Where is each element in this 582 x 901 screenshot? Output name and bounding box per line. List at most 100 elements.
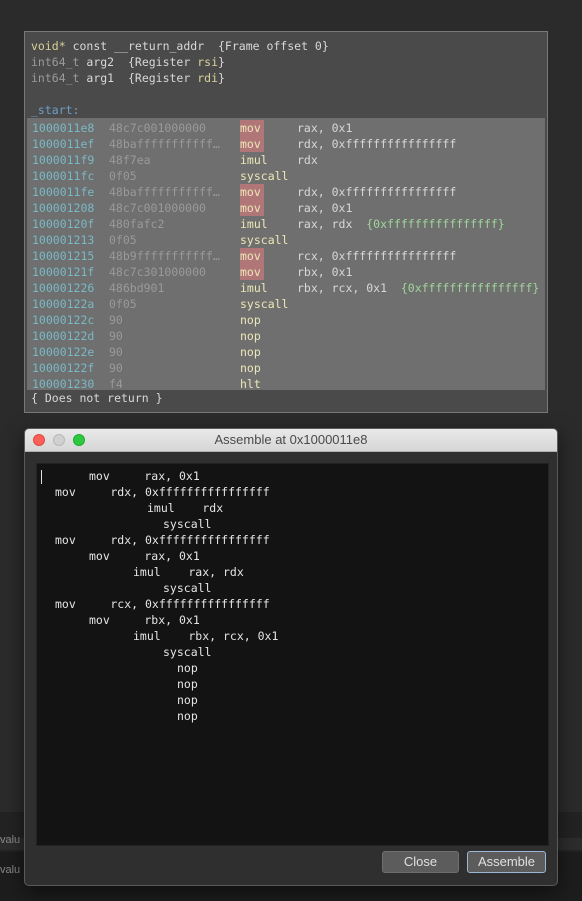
instruction-bytes: 90	[109, 313, 123, 327]
instruction-address[interactable]: 10000122d	[32, 328, 94, 344]
value-comment: {0xffffffffffffffff}	[400, 281, 540, 295]
assembly-line: imul rbx, rcx, 0x1	[133, 629, 279, 643]
instruction-bytes: 0f05	[109, 233, 137, 247]
register-note: {Register	[127, 55, 198, 69]
type-name: int64_t	[31, 55, 80, 69]
assembly-line: mov rdx, 0xffffffffffffffff	[55, 533, 270, 547]
instruction-operands: rcx, 0xffffffffffffffff	[297, 248, 456, 264]
instruction-mnemonic: mov	[240, 201, 261, 215]
return-address-declaration: void* const __return_addr {Frame offset …	[31, 38, 329, 54]
register-name: rsi	[197, 55, 218, 69]
assembly-line: nop	[177, 709, 198, 723]
does-not-return-note: { Does not return }	[31, 391, 163, 405]
assembly-line: syscall	[163, 645, 212, 659]
dialog-title: Assemble at 0x1000011e8	[214, 432, 368, 447]
instruction-operands: rdx, 0xffffffffffffffff	[297, 136, 456, 152]
instruction-address[interactable]: 10000121f	[32, 264, 94, 280]
assembly-line: mov rax, 0x1	[89, 469, 200, 483]
instruction-bytes: 90	[109, 345, 123, 359]
instruction-mnemonic: nop	[240, 329, 261, 343]
background-label: valu	[0, 834, 21, 846]
instruction-bytes: 48bafffffffffff…	[109, 137, 220, 151]
instruction-mnemonic: imul	[240, 281, 268, 295]
operands-text: rbx, 0x1	[297, 265, 353, 279]
instruction-address[interactable]: 100001208	[32, 200, 94, 216]
assembly-line: nop	[177, 693, 198, 707]
arg1-declaration: int64_t arg1 {Register rdi}	[31, 70, 225, 86]
operands-text: rbx, rcx, 0x1	[297, 281, 401, 295]
instruction-mnemonic: imul	[240, 153, 268, 167]
instruction-mnemonic: imul	[240, 217, 268, 231]
instruction-address[interactable]: 1000011e8	[32, 120, 94, 136]
instruction-address[interactable]: 10000122f	[32, 360, 94, 376]
instruction-operands: rbx, 0x1	[297, 264, 352, 280]
assembly-line: imul rdx	[147, 501, 224, 515]
instruction-bytes: 90	[109, 361, 123, 375]
assembly-line: mov rbx, 0x1	[89, 613, 200, 627]
instruction-address[interactable]: 10000122c	[32, 312, 94, 328]
instruction-operands: rax, 0x1	[297, 120, 352, 136]
register-note: {Register	[127, 71, 198, 85]
instruction-bytes: 48b9fffffffffff…	[109, 249, 220, 263]
operands-text: rdx, 0xffffffffffffffff	[297, 137, 457, 151]
instruction-operands: rax, 0x1	[297, 200, 352, 216]
instruction-mnemonic: mov	[240, 121, 261, 135]
instruction-address[interactable]: 10000120f	[32, 216, 94, 232]
register-note: }	[218, 71, 225, 85]
keyword: const	[72, 39, 108, 53]
instruction-operands: rdx	[297, 152, 318, 168]
instruction-bytes: 48bafffffffffff…	[109, 185, 220, 199]
register-name: rdi	[197, 71, 218, 85]
close-button[interactable]: Close	[382, 851, 459, 873]
operands-text: rdx, 0xffffffffffffffff	[297, 185, 457, 199]
instruction-bytes: 48c7c001000000	[109, 201, 206, 215]
instruction-bytes: 48c7c301000000	[109, 265, 206, 279]
start-label[interactable]: _start:	[31, 102, 79, 118]
instruction-bytes: 0f05	[109, 297, 137, 311]
assemble-dialog: Assemble at 0x1000011e8 mov rax, 0x1 mov …	[24, 428, 558, 886]
operands-text: rcx, 0xffffffffffffffff	[297, 249, 457, 263]
instruction-mnemonic: mov	[240, 137, 261, 151]
instruction-address[interactable]: 1000011fc	[32, 168, 94, 184]
assembly-line: mov rcx, 0xffffffffffffffff	[55, 597, 270, 611]
instruction-bytes: 48f7ea	[109, 153, 151, 167]
type-name: int64_t	[31, 71, 80, 85]
selected-instructions[interactable]: 1000011e8 48c7c001000000 mov rax, 0x1 100001…	[27, 118, 545, 391]
assembly-line: nop	[177, 677, 198, 691]
instruction-mnemonic: syscall	[240, 233, 289, 247]
instruction-address[interactable]: 100001215	[32, 248, 94, 264]
variable-name: __return_addr	[114, 39, 205, 53]
assembly-line: mov rax, 0x1	[89, 549, 200, 563]
arg2-declaration: int64_t arg2 {Register rsi}	[31, 54, 225, 70]
instruction-operands: rbx, rcx, 0x1 {0xffffffffffffffff}	[297, 280, 539, 296]
assemble-button[interactable]: Assemble	[467, 851, 546, 873]
type-name: void*	[31, 39, 66, 53]
assembly-line: mov rdx, 0xffffffffffffffff	[55, 485, 270, 499]
instruction-mnemonic: nop	[240, 361, 261, 375]
title-bar[interactable]: Assemble at 0x1000011e8	[25, 429, 557, 452]
operands-text: rax, rdx	[297, 217, 367, 231]
frame-offset-note: {Frame offset 0}	[218, 39, 329, 53]
instruction-address[interactable]: 1000011ef	[32, 136, 94, 152]
instruction-address[interactable]: 100001226	[32, 280, 94, 296]
instruction-mnemonic: mov	[240, 249, 261, 263]
operands-text: rax, 0x1	[297, 121, 353, 135]
text-caret	[41, 470, 42, 484]
instruction-mnemonic: syscall	[240, 297, 289, 311]
instruction-address[interactable]: 100001213	[32, 232, 94, 248]
disassembly-view[interactable]: void* const __return_addr {Frame offset …	[24, 31, 548, 413]
assembly-editor[interactable]: mov rax, 0x1 mov rdx, 0xffffffffffffffff i…	[36, 463, 549, 846]
instruction-address[interactable]: 10000122e	[32, 344, 94, 360]
instruction-address[interactable]: 1000011f9	[32, 152, 94, 168]
instruction-address[interactable]: 10000122a	[32, 296, 94, 312]
instruction-mnemonic: hlt	[240, 377, 261, 391]
instruction-operands: rax, rdx {0xffffffffffffffff}	[297, 216, 505, 232]
variable-name: arg2	[86, 55, 115, 69]
variable-name: arg1	[86, 71, 115, 85]
assembly-line: nop	[177, 661, 198, 675]
assembly-line: syscall	[163, 581, 212, 595]
register-note: }	[218, 55, 225, 69]
instruction-bytes: 90	[109, 329, 123, 343]
instruction-address[interactable]: 1000011fe	[32, 184, 94, 200]
operands-text: rdx	[297, 153, 318, 167]
